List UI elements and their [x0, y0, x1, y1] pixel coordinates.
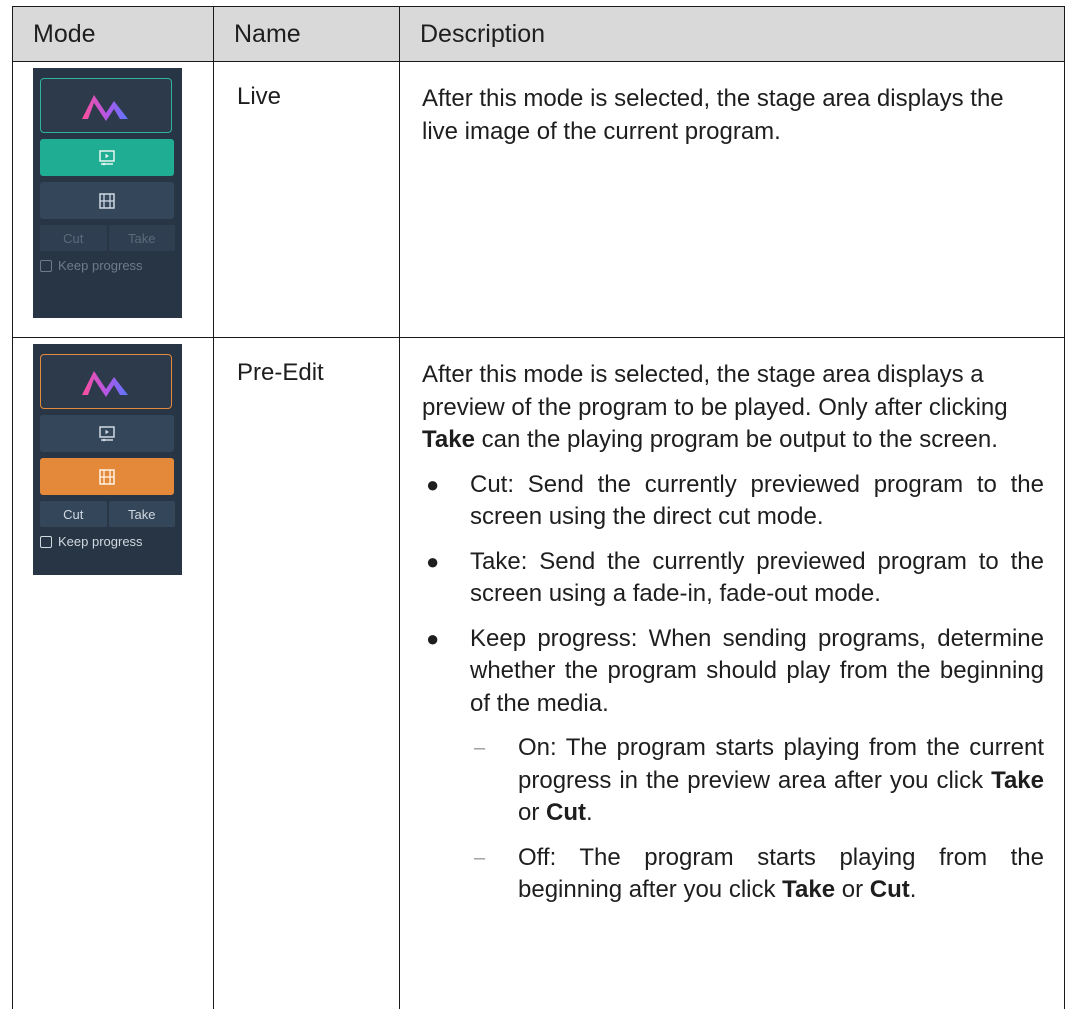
description-intro: After this mode is selected, the stage a… [422, 359, 1044, 457]
app-logo-icon [80, 365, 132, 399]
header-name: Name [214, 7, 400, 62]
checkbox-icon [40, 536, 52, 548]
app-logo-box [40, 78, 172, 133]
description-text: After this mode is selected, the stage a… [422, 83, 1044, 148]
live-mode-panel: Cut Take Keep progress [33, 68, 182, 318]
cut-take-group: Cut Take [40, 225, 175, 251]
keep-progress-checkbox[interactable]: Keep progress [40, 534, 175, 549]
mode-name: Live [214, 62, 400, 338]
app-logo-box [40, 354, 172, 409]
mode-table: Mode Name Description [12, 6, 1065, 1009]
bullet-list: ●Cut: Send the currently previewed progr… [422, 469, 1044, 907]
mode-description: After this mode is selected, the stage a… [400, 62, 1065, 338]
list-item: ●Keep progress: When sending programs, d… [422, 623, 1044, 907]
list-item: ●Cut: Send the currently previewed progr… [422, 469, 1044, 534]
bullet-dot: ● [426, 546, 439, 579]
table-row: Cut Take Keep progress Live After this m… [13, 62, 1065, 338]
list-item: ●Take: Send the currently previewed prog… [422, 546, 1044, 611]
live-mode-button[interactable] [40, 415, 174, 452]
header-description: Description [400, 7, 1065, 62]
monitor-play-icon [98, 149, 116, 167]
checkbox-icon [40, 260, 52, 272]
mode-name: Pre-Edit [214, 338, 400, 1009]
keep-progress-checkbox[interactable]: Keep progress [40, 258, 175, 273]
pre-edit-mode-panel: Cut Take Keep progress [33, 344, 182, 575]
cut-take-group: Cut Take [40, 501, 175, 527]
bullet-dot: ● [426, 469, 439, 502]
mode-image-cell: Cut Take Keep progress [13, 62, 214, 338]
monitor-play-icon [98, 425, 116, 443]
take-button[interactable]: Take [109, 225, 176, 251]
app-logo-icon [80, 89, 132, 123]
pre-edit-mode-button[interactable] [40, 182, 174, 219]
header-row: Mode Name Description [13, 7, 1065, 62]
bullet-dot: ● [426, 623, 439, 656]
mode-image-cell: Cut Take Keep progress [13, 338, 214, 1009]
pre-edit-mode-button[interactable] [40, 458, 174, 495]
film-grid-icon [98, 192, 116, 210]
sub-list-item: –On: The program starts playing from the… [470, 732, 1044, 830]
cut-button[interactable]: Cut [40, 501, 107, 527]
sub-bullet-list: –On: The program starts playing from the… [470, 732, 1044, 907]
dash: – [474, 842, 485, 875]
keep-progress-label: Keep progress [58, 258, 143, 273]
mode-description: After this mode is selected, the stage a… [400, 338, 1065, 1009]
keep-progress-label: Keep progress [58, 534, 143, 549]
take-button[interactable]: Take [109, 501, 176, 527]
sub-list-item: –Off: The program starts playing from th… [470, 842, 1044, 907]
live-mode-button[interactable] [40, 139, 174, 176]
table-row: Cut Take Keep progress Pre-Edit After th… [13, 338, 1065, 1009]
film-grid-icon [98, 468, 116, 486]
dash: – [474, 732, 485, 765]
header-mode: Mode [13, 7, 214, 62]
cut-button[interactable]: Cut [40, 225, 107, 251]
